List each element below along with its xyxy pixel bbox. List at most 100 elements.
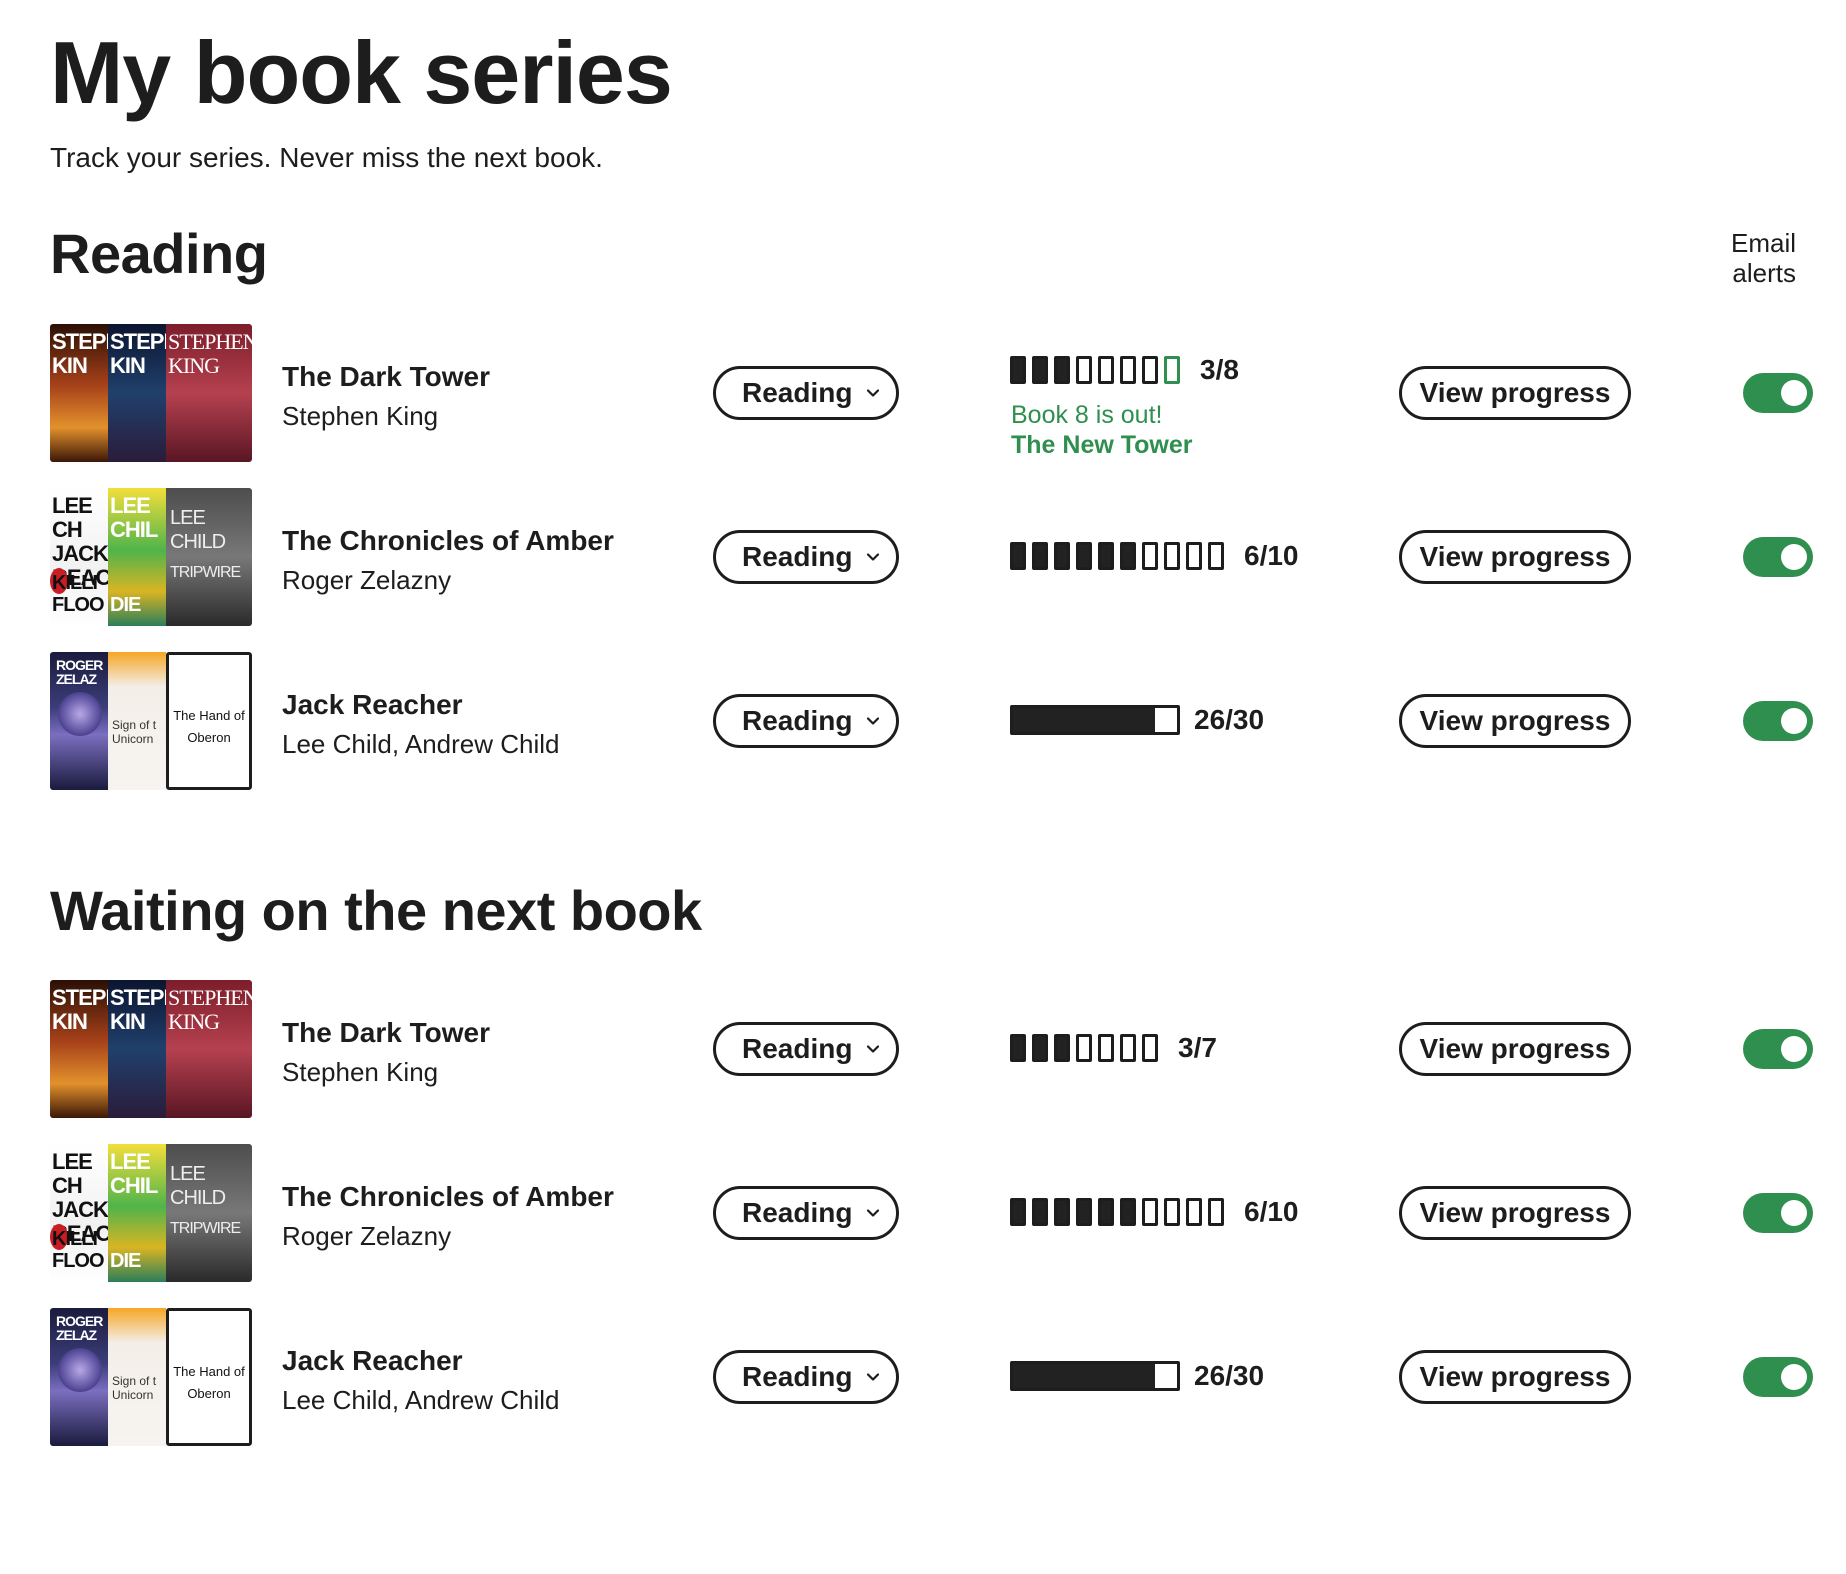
view-progress-button[interactable]: View progress [1399, 694, 1631, 748]
book-cover: STEPHEN KING [166, 324, 252, 462]
series-progress: 3/7 [1010, 1026, 1217, 1070]
progress-count: 26/30 [1194, 704, 1265, 735]
chevron-down-icon [867, 389, 880, 397]
book-cover: Sign of t Unicorn [108, 1308, 166, 1446]
series-title[interactable]: The Chronicles of Amber [282, 524, 614, 558]
new-book-title[interactable]: The New Tower [1011, 430, 1193, 460]
progress-segment [1164, 542, 1180, 570]
series-author: Lee Child, Andrew Child [282, 729, 560, 759]
series-progress: 6/10 [1010, 1190, 1299, 1234]
chevron-down-icon [867, 553, 880, 561]
progress-segment [1032, 1034, 1048, 1062]
series-covers[interactable]: LEE CH JACK REAC KILLI FLOO LEE CHIL DIE L… [50, 488, 252, 626]
series-row: LEE CH JACK REAC KILLI FLOO LEE CHIL DIE L… [0, 1144, 1846, 1284]
series-author: Stephen King [282, 1057, 439, 1087]
series-title[interactable]: The Chronicles of Amber [282, 1180, 614, 1214]
progress-segment [1098, 1034, 1114, 1062]
new-book-notice: Book 8 is out! The New Tower [1011, 400, 1193, 460]
series-covers[interactable]: ROGER ZELAZ Sign of t Unicorn The Hand o… [50, 652, 252, 790]
view-progress-button[interactable]: View progress [1399, 1022, 1631, 1076]
series-title[interactable]: The Dark Tower [282, 1016, 490, 1050]
series-covers[interactable]: ROGER ZELAZ Sign of t Unicorn The Hand o… [50, 1308, 252, 1446]
status-dropdown[interactable]: Reading [713, 1350, 899, 1404]
progress-segment [1208, 1198, 1224, 1226]
status-dropdown[interactable]: Reading [713, 530, 899, 584]
series-row: ROGER ZELAZ Sign of t Unicorn The Hand o… [0, 1308, 1846, 1448]
progress-bar-fill [1013, 1364, 1156, 1388]
email-alerts-toggle[interactable] [1743, 701, 1813, 741]
series-covers[interactable]: STEPH KIN STEPH KIN STEPHEN KING [50, 324, 252, 462]
email-alerts-toggle[interactable] [1743, 373, 1813, 413]
series-row: STEPH KIN STEPH KIN STEPHEN KING The Dar… [0, 324, 1846, 464]
progress-count: 3/8 [1200, 354, 1239, 385]
section-title: Reading [50, 222, 268, 285]
progress-segment [1098, 542, 1114, 570]
series-row: STEPH KIN STEPH KIN STEPHEN KING The Dar… [0, 980, 1846, 1120]
status-dropdown[interactable]: Reading [713, 1186, 899, 1240]
progress-segments [1010, 1198, 1230, 1226]
series-title[interactable]: Jack Reacher [282, 688, 463, 722]
progress-segment [1098, 356, 1114, 384]
progress-segment [1054, 1198, 1070, 1226]
series-progress: 26/30 [1010, 1354, 1264, 1398]
progress-segment [1032, 1198, 1048, 1226]
progress-segments [1010, 542, 1230, 570]
book-cover: STEPHEN KING [166, 980, 252, 1118]
series-author: Stephen King [282, 401, 439, 431]
book-cover: ROGER ZELAZ [50, 1308, 108, 1446]
progress-segment [1142, 542, 1158, 570]
progress-segment [1186, 542, 1202, 570]
series-covers[interactable]: STEPH KIN STEPH KIN STEPHEN KING [50, 980, 252, 1118]
progress-segment [1120, 1198, 1136, 1226]
progress-segment [1032, 542, 1048, 570]
chevron-down-icon [867, 1045, 880, 1053]
book-cover: LEE CHILD TRIPWIRE [166, 488, 252, 626]
book-cover: STEPH KIN [108, 324, 166, 462]
book-cover: LEE CH JACK REAC KILLI FLOO [50, 488, 108, 626]
progress-segment [1164, 356, 1180, 384]
progress-segment [1098, 1198, 1114, 1226]
progress-segment [1076, 356, 1092, 384]
book-cover: The Hand of Oberon [166, 1308, 252, 1446]
series-title[interactable]: Jack Reacher [282, 1344, 463, 1378]
book-cover: ROGER ZELAZ [50, 652, 108, 790]
chevron-down-icon [867, 1209, 880, 1217]
toggle-knob [1781, 1200, 1807, 1226]
toggle-knob [1781, 1036, 1807, 1062]
series-title[interactable]: The Dark Tower [282, 360, 490, 394]
series-covers[interactable]: LEE CH JACK REAC KILLI FLOO LEE CHIL DIE L… [50, 1144, 252, 1282]
progress-segment [1076, 1198, 1092, 1226]
email-alerts-toggle[interactable] [1743, 537, 1813, 577]
view-progress-button[interactable]: View progress [1399, 530, 1631, 584]
progress-count: 6/10 [1244, 1196, 1299, 1227]
view-progress-button[interactable]: View progress [1399, 1186, 1631, 1240]
toggle-knob [1781, 544, 1807, 570]
series-row: LEE CH JACK REAC KILLI FLOO LEE CHIL DIE L… [0, 488, 1846, 628]
book-cover: LEE CH JACK REAC KILLI FLOO [50, 1144, 108, 1282]
status-dropdown[interactable]: Reading [713, 366, 899, 420]
progress-segment [1142, 356, 1158, 384]
email-alerts-toggle[interactable] [1743, 1029, 1813, 1069]
progress-segment [1010, 542, 1026, 570]
chevron-down-icon [867, 1373, 880, 1381]
progress-count: 26/30 [1194, 1360, 1265, 1391]
toggle-knob [1781, 1364, 1807, 1390]
progress-bar [1010, 1361, 1180, 1391]
progress-segment [1032, 356, 1048, 384]
progress-segment [1142, 1034, 1158, 1062]
status-dropdown[interactable]: Reading [713, 694, 899, 748]
progress-segment [1010, 1034, 1026, 1062]
progress-segment [1208, 542, 1224, 570]
view-progress-button[interactable]: View progress [1399, 1350, 1631, 1404]
progress-segment [1076, 1034, 1092, 1062]
series-author: Roger Zelazny [282, 1221, 452, 1251]
progress-segment [1142, 1198, 1158, 1226]
email-alerts-toggle[interactable] [1743, 1193, 1813, 1233]
progress-segments [1010, 1034, 1164, 1062]
view-progress-button[interactable]: View progress [1399, 366, 1631, 420]
toggle-knob [1781, 380, 1807, 406]
series-progress: 6/10 [1010, 534, 1299, 578]
email-alerts-toggle[interactable] [1743, 1357, 1813, 1397]
progress-segment [1054, 1034, 1070, 1062]
status-dropdown[interactable]: Reading [713, 1022, 899, 1076]
